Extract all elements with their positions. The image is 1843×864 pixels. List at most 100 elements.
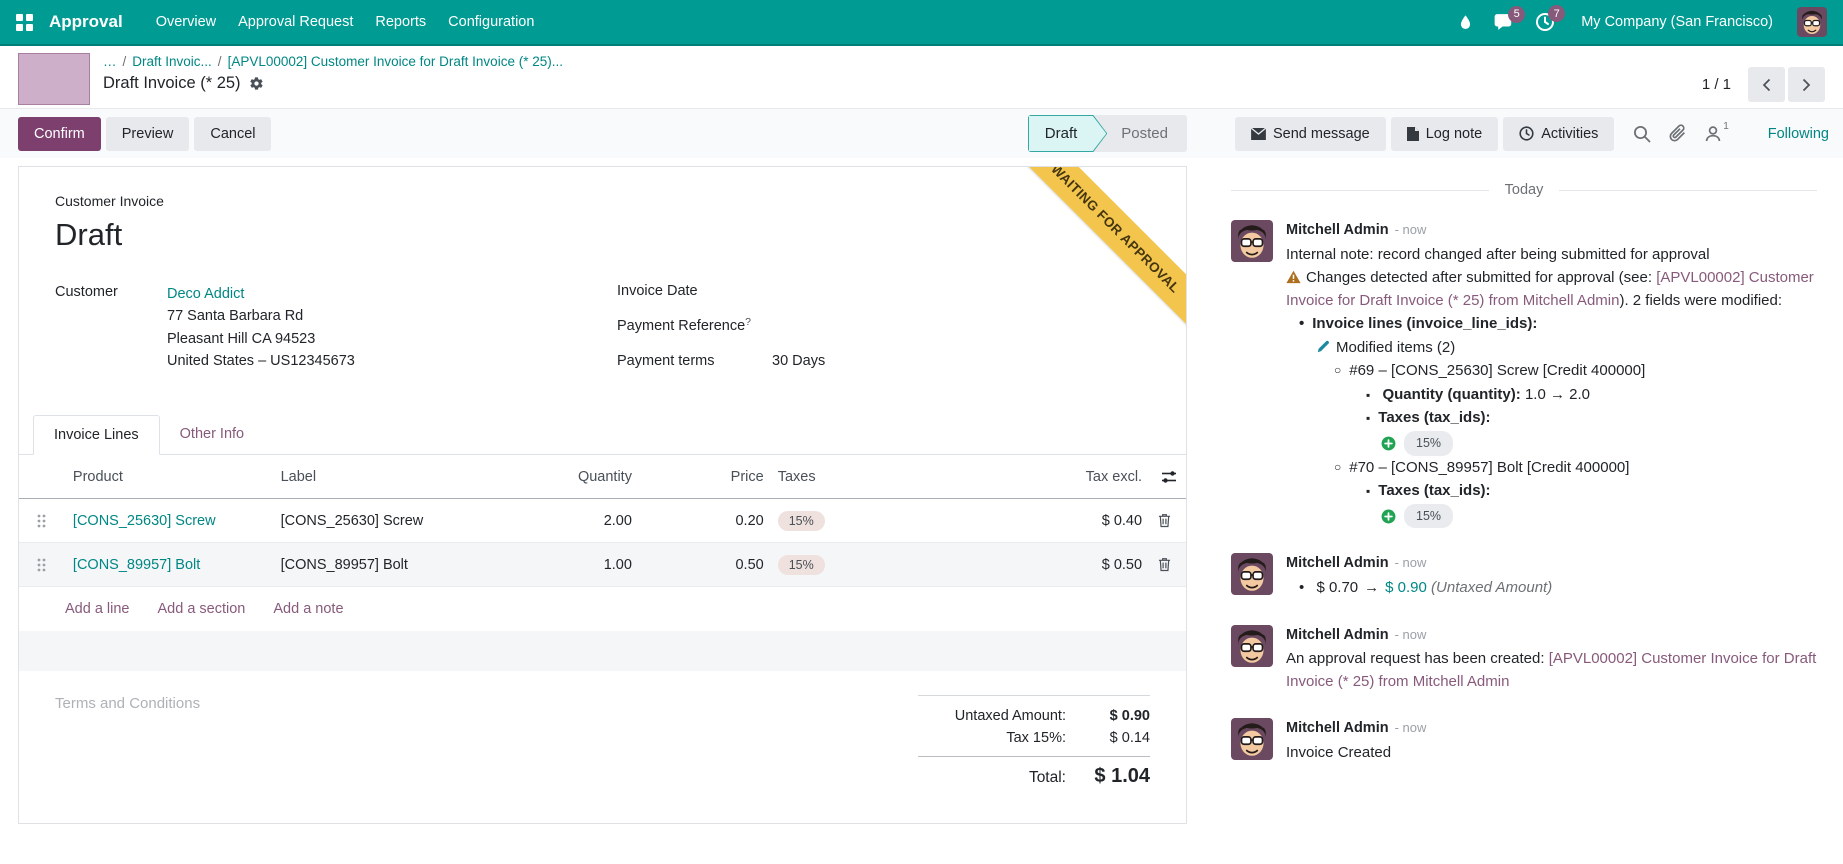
record-image-placeholder xyxy=(18,53,90,105)
col-price[interactable]: Price xyxy=(632,469,764,485)
followers-icon[interactable]: 1 xyxy=(1704,125,1729,143)
trash-icon[interactable] xyxy=(1142,513,1186,528)
message-text: Invoice Created xyxy=(1286,742,1817,765)
optional-columns-icon[interactable] xyxy=(1161,470,1177,484)
breadcrumb-current[interactable]: [APVL00002] Customer Invoice for Draft I… xyxy=(228,54,563,69)
tracking-tax-added: 15% xyxy=(1286,431,1817,456)
message-text: Internal note: record changed after bein… xyxy=(1286,244,1817,267)
message-time: - now xyxy=(1395,718,1427,738)
product-link[interactable]: [CONS_25630] Screw xyxy=(73,513,216,529)
message-text: Changes detected after submitted for app… xyxy=(1286,267,1817,312)
user-avatar[interactable] xyxy=(1797,7,1827,37)
menu-overview[interactable]: Overview xyxy=(145,0,227,45)
cancel-button[interactable]: Cancel xyxy=(194,117,271,151)
invoice-date-label: Invoice Date xyxy=(617,283,772,299)
breadcrumb-parent[interactable]: Draft Invoic... xyxy=(132,54,212,69)
payment-terms-field[interactable]: 30 Days xyxy=(772,353,825,369)
add-icon xyxy=(1381,436,1396,451)
page-title: Draft Invoice (* 25) xyxy=(103,74,241,93)
drag-handle-icon[interactable] xyxy=(19,514,65,528)
avatar xyxy=(1231,625,1273,667)
search-icon[interactable] xyxy=(1633,125,1651,143)
chatter-message: Mitchell Admin - now Internal note: reco… xyxy=(1231,220,1817,529)
line-quantity: 1.00 xyxy=(538,557,632,573)
activity-clock-icon[interactable]: 7 xyxy=(1535,12,1555,32)
prev-icon[interactable] xyxy=(1748,67,1785,102)
trash-icon[interactable] xyxy=(1142,557,1186,572)
tracking-item: #69 – [CONS_25630] Screw [Credit 400000] xyxy=(1286,360,1817,383)
line-subtotal: $ 0.40 xyxy=(1027,513,1142,529)
col-subtotal[interactable]: Tax excl. xyxy=(1027,469,1142,485)
tab-invoice-lines[interactable]: Invoice Lines xyxy=(33,415,160,455)
preview-button[interactable]: Preview xyxy=(106,117,190,151)
tracking-change: Quantity (quantity): 1.0 → 2.0 xyxy=(1286,384,1817,407)
tax-tag: 15% xyxy=(1404,504,1453,529)
status-step-draft[interactable]: Draft xyxy=(1028,115,1108,152)
tax-label: Tax 15%: xyxy=(1006,730,1066,746)
address-line: United States – US12345673 xyxy=(167,350,355,372)
date-divider: Today xyxy=(1231,182,1817,198)
menu-configuration[interactable]: Configuration xyxy=(437,0,545,45)
messages-badge: 5 xyxy=(1508,6,1525,23)
followers-count: 1 xyxy=(1723,121,1729,132)
edit-icon xyxy=(1316,340,1330,354)
attachment-icon[interactable] xyxy=(1668,124,1687,143)
payment-terms-label: Payment terms xyxy=(617,353,772,369)
terms-placeholder[interactable]: Terms and Conditions xyxy=(55,695,200,791)
document-type: Customer Invoice xyxy=(55,193,1150,209)
table-row[interactable]: [CONS_89957] Bolt [CONS_89957] Bolt 1.00… xyxy=(19,543,1186,587)
tax-value: $ 0.14 xyxy=(1066,730,1150,746)
droplet-icon[interactable] xyxy=(1457,13,1474,32)
message-author[interactable]: Mitchell Admin xyxy=(1286,553,1389,575)
activities-button[interactable]: Activities xyxy=(1503,117,1614,151)
app-name[interactable]: Approval xyxy=(49,12,123,32)
col-quantity[interactable]: Quantity xyxy=(538,469,632,485)
activities-badge: 7 xyxy=(1548,5,1565,22)
customer-link[interactable]: Deco Addict xyxy=(167,283,355,305)
total-value: $ 1.04 xyxy=(1066,765,1150,788)
apps-menu-icon[interactable] xyxy=(16,14,33,31)
table-row[interactable]: [CONS_25630] Screw [CONS_25630] Screw 2.… xyxy=(19,499,1186,543)
col-label[interactable]: Label xyxy=(273,469,539,485)
tracking-field: Invoice lines (invoice_line_ids): xyxy=(1286,313,1817,336)
col-product[interactable]: Product xyxy=(65,469,273,485)
message-author[interactable]: Mitchell Admin xyxy=(1286,220,1389,242)
log-note-button[interactable]: Log note xyxy=(1391,117,1498,151)
message-author[interactable]: Mitchell Admin xyxy=(1286,718,1389,740)
message-time: - now xyxy=(1395,553,1427,573)
gear-icon[interactable] xyxy=(249,76,264,91)
invoice-state-title: Draft xyxy=(55,217,1150,253)
col-taxes[interactable]: Taxes xyxy=(764,469,1028,485)
chatter-message: Mitchell Admin - now An approval request… xyxy=(1231,625,1817,695)
status-step-posted[interactable]: Posted xyxy=(1107,115,1187,152)
add-a-note-link[interactable]: Add a note xyxy=(273,601,343,617)
tax-tag: 15% xyxy=(1404,431,1453,456)
form-view: WAITING FOR APPROVAL Customer Invoice Dr… xyxy=(0,158,1205,824)
add-a-section-link[interactable]: Add a section xyxy=(158,601,246,617)
menu-reports[interactable]: Reports xyxy=(364,0,437,45)
add-a-line-link[interactable]: Add a line xyxy=(65,601,130,617)
tab-other-info[interactable]: Other Info xyxy=(160,415,264,455)
product-link[interactable]: [CONS_89957] Bolt xyxy=(73,557,200,573)
chatter-panel: Today Mitchell Admin - now Internal note… xyxy=(1205,158,1843,790)
menu-approval-request[interactable]: Approval Request xyxy=(227,0,364,45)
table-add-row: Add a line Add a section Add a note xyxy=(19,587,1186,631)
untaxed-label: Untaxed Amount: xyxy=(955,708,1066,724)
message-author[interactable]: Mitchell Admin xyxy=(1286,625,1389,647)
tracking-tax-added: 15% xyxy=(1286,504,1817,529)
next-icon[interactable] xyxy=(1788,67,1825,102)
avatar xyxy=(1231,220,1273,262)
confirm-button[interactable]: Confirm xyxy=(18,117,101,151)
send-message-button[interactable]: Send message xyxy=(1235,117,1386,151)
line-subtotal: $ 0.50 xyxy=(1027,557,1142,573)
chatter-message: Mitchell Admin - now $ 0.70→$ 0.90 (Unta… xyxy=(1231,553,1817,600)
line-price: 0.50 xyxy=(632,557,764,573)
breadcrumb-collapsed[interactable]: … xyxy=(103,54,117,69)
messages-icon[interactable]: 5 xyxy=(1494,13,1515,32)
table-empty-row xyxy=(19,631,1186,671)
company-switcher[interactable]: My Company (San Francisco) xyxy=(1581,14,1773,30)
systray: 5 7 My Company (San Francisco) xyxy=(1457,7,1827,37)
tracking-change: Taxes (tax_ids): xyxy=(1286,407,1817,430)
drag-handle-icon[interactable] xyxy=(19,558,65,572)
following-toggle[interactable]: Following xyxy=(1768,126,1829,142)
